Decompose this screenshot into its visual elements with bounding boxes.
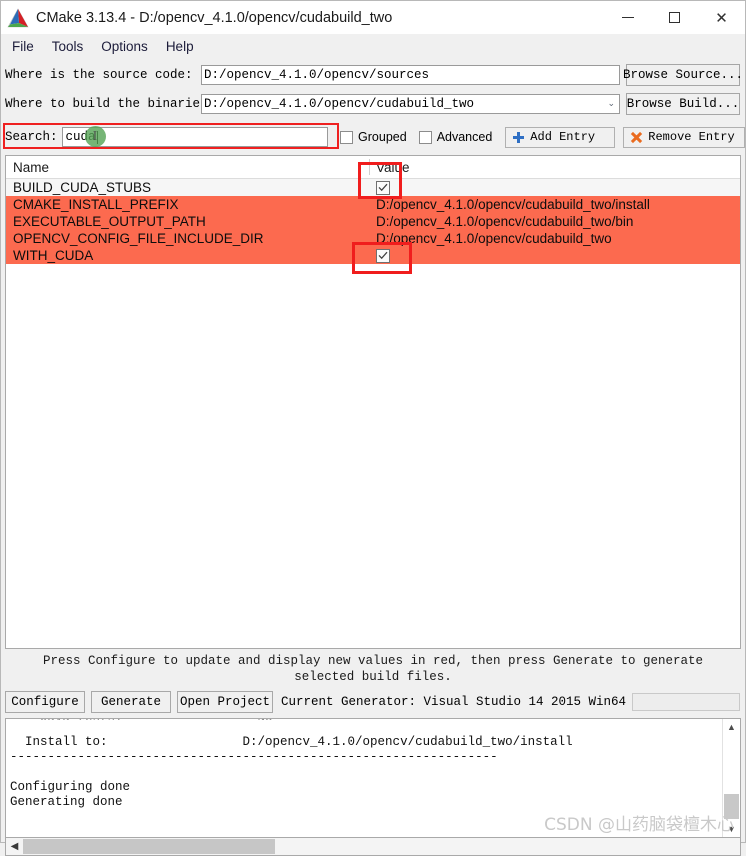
table-row[interactable]: CMAKE_INSTALL_PREFIX D:/opencv_4.1.0/ope… [6,196,740,213]
action-bar: Configure Generate Open Project Current … [1,690,745,714]
chevron-up-icon[interactable]: ▲ [723,719,740,735]
cell-value[interactable] [370,248,740,263]
source-path-label: Where is the source code: [5,68,193,82]
cell-name: EXECUTABLE_OUTPUT_PATH [13,214,206,229]
search-input-value: cuda [65,130,96,144]
browse-source-button[interactable]: Browse Source... [623,64,743,86]
grouped-checkbox-box[interactable] [340,130,354,144]
add-entry-button[interactable]: Add Entry [505,126,616,148]
menu-bar: File Tools Options Help [1,34,745,59]
open-project-button[interactable]: Open Project [177,691,273,713]
build-path-value: D:/opencv_4.1.0/opencv/cudabuild_two [204,97,475,111]
advanced-checkbox[interactable]: Advanced [418,130,493,144]
chevron-left-icon[interactable]: ◀ [6,839,23,855]
cell-value[interactable]: D:/opencv_4.1.0/opencv/cudabuild_two [370,231,740,246]
source-path-row: Where is the source code: D:/opencv_4.1.… [1,62,745,88]
vertical-scroll-thumb[interactable] [724,794,739,819]
column-header-value[interactable]: Value [370,160,740,175]
plus-icon [513,131,525,143]
cmake-gui-window: CMake 3.13.4 - D:/opencv_4.1.0/opencv/cu… [0,0,746,856]
progress-bar [632,693,740,711]
csdn-watermark: CSDN @山药脑袋檀木心 [544,815,734,835]
current-generator-text: Current Generator: Visual Studio 14 2015… [281,695,627,709]
generate-button[interactable]: Generate [91,691,171,713]
build-path-combobox[interactable]: D:/opencv_4.1.0/opencv/cudabuild_two ⌄ [201,94,620,114]
title-bar: CMake 3.13.4 - D:/opencv_4.1.0/opencv/cu… [1,1,745,34]
table-row[interactable]: OPENCV_CONFIG_FILE_INCLUDE_DIR D:/opencv… [6,230,740,247]
log-clipped-line: Java tests: NO [10,719,718,720]
search-group: Search: cuda I [5,125,329,149]
column-divider[interactable] [369,159,370,175]
chevron-down-icon[interactable]: ⌄ [607,99,615,109]
cell-name: CMAKE_INSTALL_PREFIX [13,197,179,212]
search-row: Search: cuda I Grouped Advanced Add Entr… [1,123,745,151]
window-controls: ✕ [604,1,745,34]
remove-entry-button[interactable]: Remove Entry [623,126,745,148]
log-output-text: Java tests: NO Install to: D:/opencv_4.1… [6,719,722,810]
horizontal-scroll-thumb[interactable] [23,839,275,854]
log-vertical-scrollbar[interactable]: ▲ ▼ [722,719,740,837]
menu-item-tools[interactable]: Tools [48,37,93,56]
menu-item-file[interactable]: File [8,37,43,56]
maximize-icon[interactable] [651,1,698,34]
cache-variable-table[interactable]: Name Value BUILD_CUDA_STUBS CMAKE_INSTAL… [5,155,741,649]
browse-build-button[interactable]: Browse Build... [626,93,740,115]
cmake-triangle-logo [7,7,29,28]
advanced-checkbox-label: Advanced [436,130,493,144]
build-path-label: Where to build the binaries: [5,97,216,111]
table-row[interactable]: EXECUTABLE_OUTPUT_PATH D:/opencv_4.1.0/o… [6,213,740,230]
table-header: Name Value [6,156,740,179]
cell-value[interactable] [370,180,740,195]
grouped-checkbox-label: Grouped [358,130,407,144]
cell-name: OPENCV_CONFIG_FILE_INCLUDE_DIR [13,231,264,246]
advanced-checkbox-box[interactable] [418,130,432,144]
search-input[interactable]: cuda I [61,126,329,147]
cell-value[interactable]: D:/opencv_4.1.0/opencv/cudabuild_two/bin [370,214,740,229]
menu-item-options[interactable]: Options [97,37,157,56]
checkbox-checked-icon[interactable] [376,248,390,263]
window-title: CMake 3.13.4 - D:/opencv_4.1.0/opencv/cu… [36,9,393,26]
chevron-down-icon[interactable]: ▼ [723,821,740,837]
add-entry-label: Add Entry [530,130,596,144]
checkbox-checked-icon[interactable] [376,180,390,195]
log-line: ----------------------------------------… [10,750,498,764]
table-row[interactable]: WITH_CUDA [6,247,740,264]
cell-value[interactable]: D:/opencv_4.1.0/opencv/cudabuild_two/ins… [370,197,740,212]
minimize-icon[interactable] [604,1,651,34]
table-row[interactable]: BUILD_CUDA_STUBS [6,179,740,196]
close-icon[interactable]: ✕ [698,1,745,34]
log-line: Configuring done [10,780,131,794]
remove-entry-label: Remove Entry [648,130,735,144]
grouped-checkbox[interactable]: Grouped [340,130,407,144]
log-line: Generating done [10,795,123,809]
source-path-input[interactable]: D:/opencv_4.1.0/opencv/sources [201,65,620,85]
text-caret [96,130,98,144]
vertical-scroll-track[interactable] [723,735,740,821]
configure-button[interactable]: Configure [5,691,85,713]
cell-name: BUILD_CUDA_STUBS [13,180,152,195]
search-label: Search: [5,130,58,144]
build-path-row: Where to build the binaries: D:/opencv_4… [1,91,745,117]
log-line: Install to: D:/opencv_4.1.0/opencv/cudab… [10,735,573,749]
column-header-name[interactable]: Name [6,160,370,175]
log-horizontal-scrollbar[interactable]: ◀ [5,838,741,856]
x-mark-icon [631,132,642,143]
hint-text: Press Configure to update and display ne… [42,654,704,684]
cell-name: WITH_CUDA [13,248,94,263]
log-output-panel[interactable]: Java tests: NO Install to: D:/opencv_4.1… [5,718,741,838]
menu-item-help[interactable]: Help [162,37,203,56]
